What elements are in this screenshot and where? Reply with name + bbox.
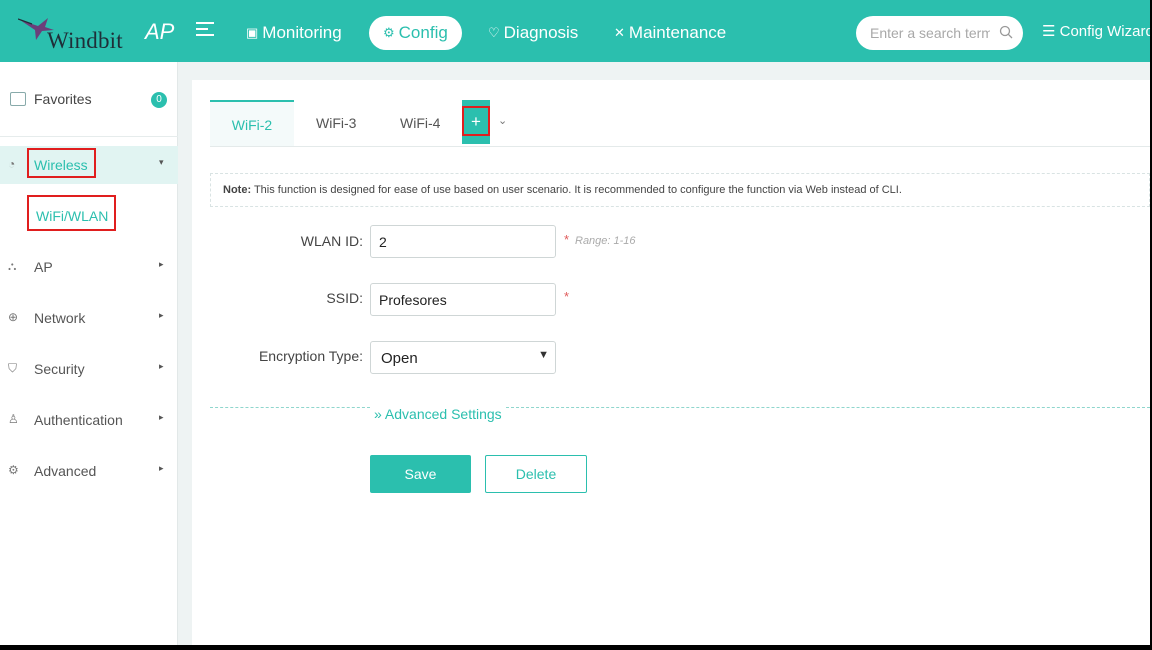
- top-header: Windbit AP ▣ Monitoring ⚙ Config ♡ Diagn…: [0, 0, 1150, 62]
- tab-wifi-3[interactable]: WiFi-3: [316, 100, 356, 146]
- sidebar-divider: [0, 136, 178, 137]
- nav-maintenance[interactable]: ✕ Maintenance: [614, 16, 726, 50]
- sidebar: Favorites 0 ◔ Wireless ▾ WiFi/WLAN ⛬ AP …: [0, 62, 178, 645]
- advanced-divider: [210, 407, 370, 408]
- sidebar-item-label: Network: [34, 310, 86, 326]
- app-window: Windbit AP ▣ Monitoring ⚙ Config ♡ Diagn…: [0, 0, 1150, 645]
- search-box[interactable]: [856, 16, 1023, 50]
- encryption-type-select[interactable]: Open ▼: [370, 341, 556, 374]
- encryption-type-value: Open: [381, 350, 418, 367]
- sidebar-item-ap[interactable]: ⛬ AP ▸: [0, 248, 178, 286]
- caret-icon: ▾: [159, 157, 164, 167]
- note-label: Note:: [223, 184, 252, 196]
- sidebar-item-favorites[interactable]: Favorites 0: [0, 82, 178, 118]
- sidebar-item-authentication[interactable]: ♙ Authentication ▸: [0, 401, 178, 439]
- user-icon: ♙: [8, 412, 19, 426]
- tabs-divider: [210, 146, 1150, 147]
- globe-icon: ⊕: [8, 310, 19, 324]
- sidebar-item-label: Security: [34, 361, 85, 377]
- note-banner: Note: This function is designed for ease…: [210, 173, 1150, 207]
- product-label: AP: [145, 19, 175, 44]
- sidebar-item-label: Advanced: [34, 463, 97, 479]
- highlight-box: [462, 106, 490, 136]
- nav-diagnosis-label: Diagnosis: [503, 23, 579, 42]
- tab-wifi-4[interactable]: WiFi-4: [400, 100, 440, 146]
- encryption-type-label: Encryption Type:: [258, 348, 363, 364]
- chevron-down-icon[interactable]: ⌄: [498, 114, 507, 127]
- nav-diagnosis[interactable]: ♡ Diagnosis: [488, 16, 578, 50]
- advanced-settings-toggle[interactable]: » Advanced Settings: [374, 406, 502, 422]
- nav-maintenance-label: Maintenance: [628, 23, 727, 42]
- save-button[interactable]: Save: [370, 455, 471, 493]
- ssid-field[interactable]: [370, 283, 556, 316]
- favorites-icon: [10, 92, 26, 106]
- caret-icon: ▸: [159, 463, 164, 473]
- main-content: WiFi-2 WiFi-3 WiFi-4 + ⌄ Note: This func…: [192, 80, 1150, 645]
- sidebar-item-label: AP: [34, 259, 53, 275]
- sidebar-item-advanced[interactable]: ⚙ Advanced ▸: [0, 452, 178, 490]
- config-wizard-button[interactable]: ☰ Config Wizard: [1042, 22, 1150, 40]
- nav-monitoring-label: Monitoring: [262, 23, 342, 42]
- brand-logo[interactable]: Windbit: [14, 12, 154, 56]
- nav-config-label: Config: [398, 23, 448, 42]
- search-input[interactable]: [870, 25, 990, 41]
- note-text: This function is designed for ease of us…: [251, 184, 902, 196]
- favorites-label: Favorites: [34, 91, 92, 107]
- required-mark: *: [564, 289, 570, 304]
- settings-icon: ⚙: [8, 463, 19, 477]
- wlan-id-range-hint: Range: 1-16: [575, 235, 636, 247]
- shield-icon: ⛉: [8, 361, 18, 375]
- sidebar-item-label: Authentication: [34, 412, 123, 428]
- wizard-icon: ☰: [1042, 23, 1056, 40]
- tools-icon: ✕: [614, 25, 625, 40]
- caret-icon: ▸: [159, 412, 164, 422]
- ap-icon: ⛬: [8, 259, 17, 273]
- caret-icon: ▸: [159, 361, 164, 371]
- favorites-count-badge: 0: [151, 92, 167, 108]
- ssid-label: SSID:: [326, 290, 363, 306]
- wifi-icon: ◔: [8, 157, 16, 171]
- caret-icon: ▸: [159, 259, 164, 269]
- highlight-box: [27, 148, 96, 178]
- sidebar-item-security[interactable]: ⛉ Security ▸: [0, 350, 178, 388]
- required-mark: *: [564, 232, 570, 247]
- brand-name: Windbit: [47, 28, 123, 53]
- nav-monitoring[interactable]: ▣ Monitoring: [246, 16, 342, 50]
- wlan-id-label: WLAN ID:: [300, 233, 363, 249]
- wlan-id-field[interactable]: [370, 225, 556, 258]
- monitor-icon: ▣: [246, 25, 259, 40]
- gear-icon: ⚙: [383, 25, 395, 40]
- menu-toggle-icon[interactable]: [196, 22, 214, 38]
- highlight-box: [27, 195, 116, 231]
- diagnosis-icon: ♡: [488, 25, 500, 40]
- tab-wifi-2[interactable]: WiFi-2: [210, 100, 294, 146]
- config-wizard-label: Config Wizard: [1059, 23, 1150, 40]
- nav-config[interactable]: ⚙ Config: [369, 16, 462, 50]
- double-chevron-icon: »: [374, 406, 382, 422]
- advanced-divider: [506, 407, 1150, 408]
- advanced-settings-label: Advanced Settings: [384, 406, 502, 422]
- search-icon[interactable]: [999, 25, 1013, 39]
- delete-button[interactable]: Delete: [485, 455, 587, 493]
- sidebar-item-network[interactable]: ⊕ Network ▸: [0, 299, 178, 337]
- caret-icon: ▸: [159, 310, 164, 320]
- chevron-down-icon: ▼: [538, 349, 549, 361]
